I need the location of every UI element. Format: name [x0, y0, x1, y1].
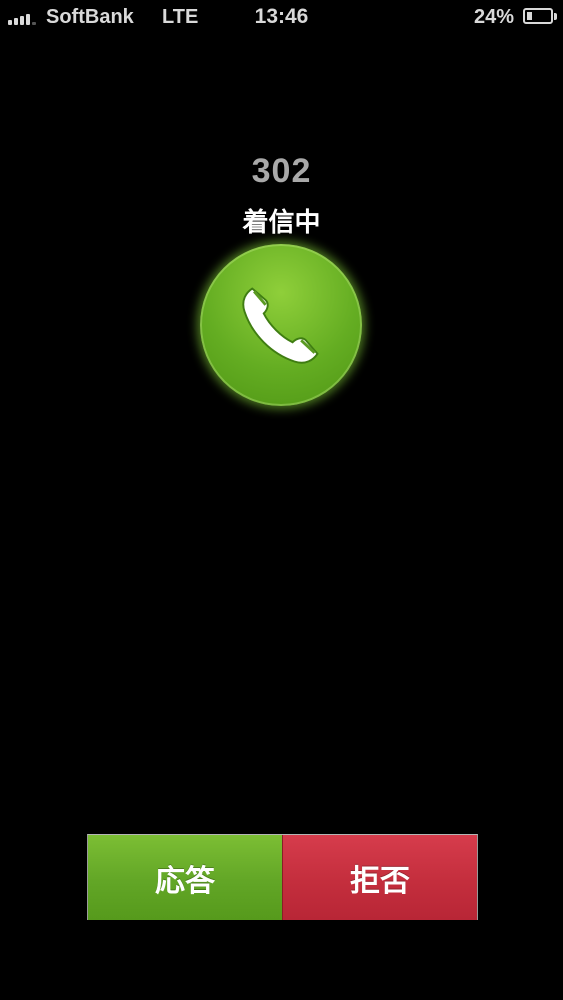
- decline-button[interactable]: 拒否: [282, 835, 477, 920]
- call-action-bar: 応答 拒否: [87, 834, 478, 920]
- phone-handset-icon: [242, 287, 319, 364]
- status-bar: SoftBank LTE 13:46 24%: [0, 0, 563, 36]
- call-status: 着信中: [242, 208, 321, 238]
- caller-number: 302: [251, 152, 312, 190]
- answer-button[interactable]: 応答: [88, 835, 282, 920]
- battery-level-fill: [527, 12, 532, 20]
- battery-percent: 24%: [473, 6, 514, 28]
- battery-icon: [523, 8, 557, 24]
- incoming-call-indicator: [200, 244, 362, 406]
